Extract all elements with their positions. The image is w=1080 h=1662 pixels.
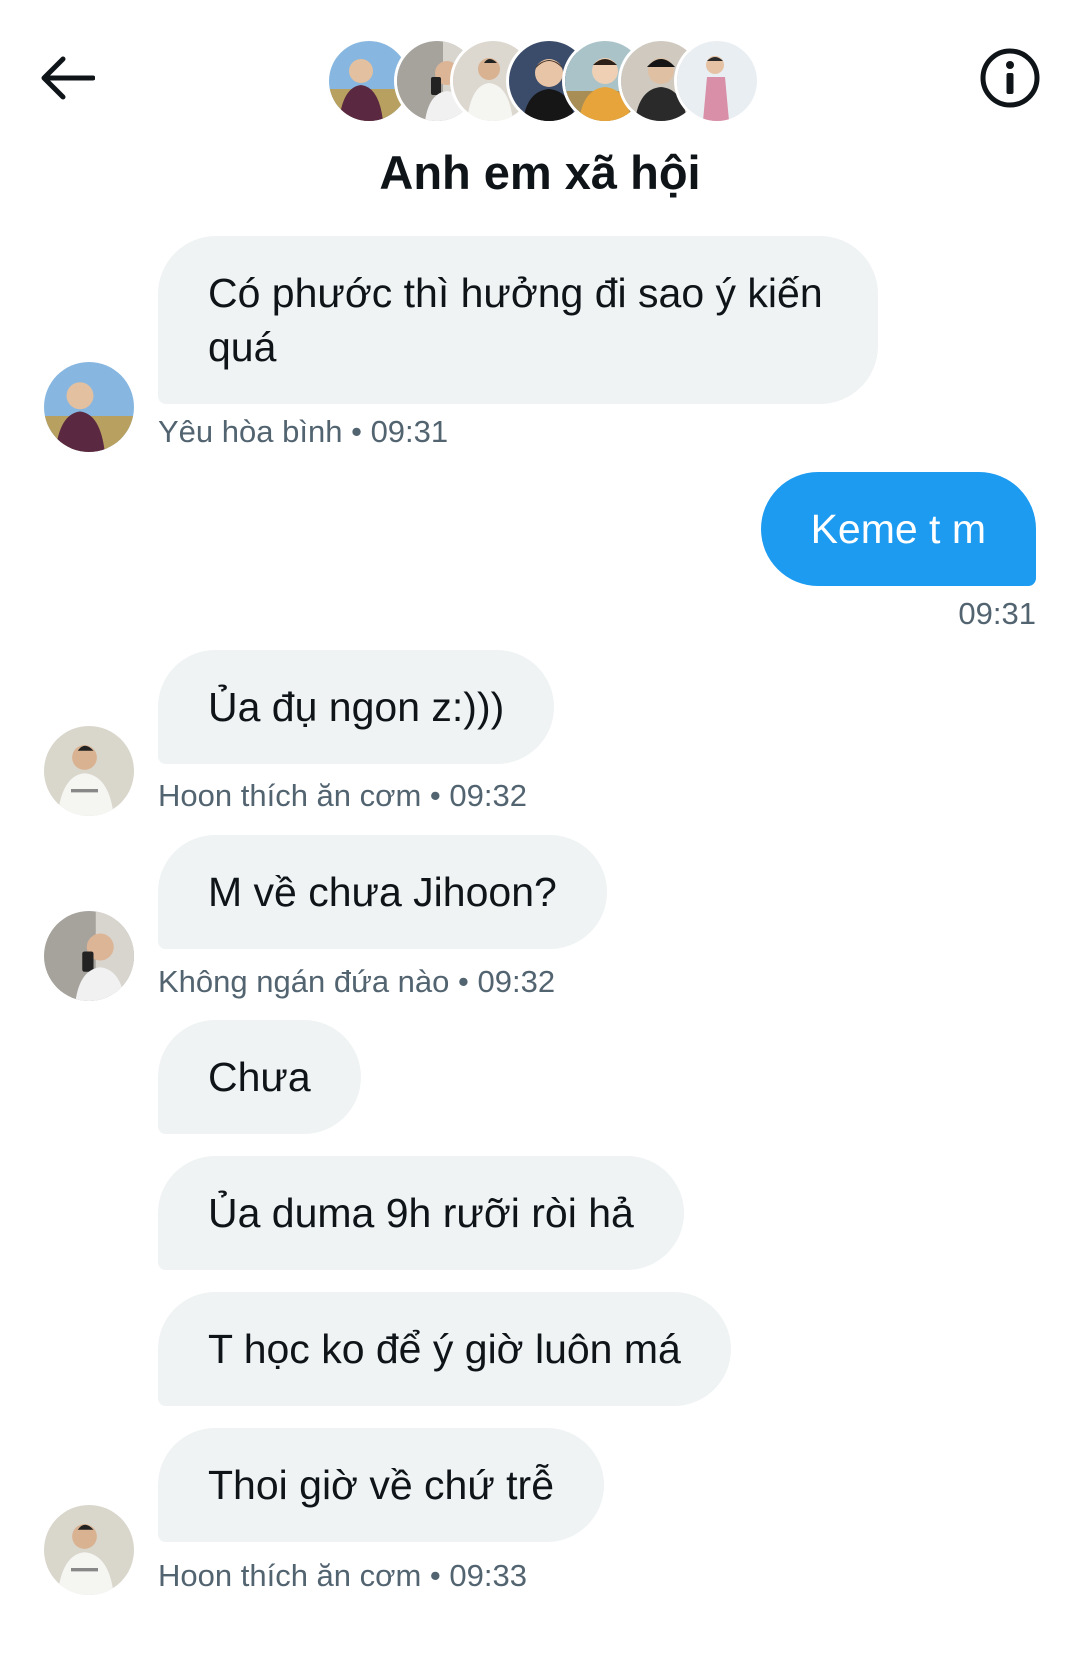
message-bubble-received[interactable]: Ủa đụ ngon z:))) [158,650,555,764]
meta-separator: • [429,1558,441,1593]
back-button[interactable] [32,48,102,108]
info-circle-icon [980,48,1040,108]
message-meta: Hoon thích ăn cơm • 09:32 [158,778,527,814]
message-bubble-received[interactable]: T học ko để ý giờ luôn má [158,1292,731,1406]
info-button[interactable] [978,46,1042,110]
message-bubble-received[interactable]: Ủa duma 9h rưỡi ròi hả [158,1156,684,1270]
sender-name[interactable]: Không ngán đứa nào [158,964,449,999]
message-time: 09:32 [477,964,556,999]
message-text: T học ko để ý giờ luôn má [208,1326,681,1372]
message-text: M về chưa Jihoon? [208,869,557,915]
meta-separator: • [429,778,441,813]
group-title: Anh em xã hội [379,146,701,199]
message-time: 09:33 [449,1558,527,1593]
sender-name[interactable]: Hoon thích ăn cơm [158,1558,421,1593]
message-text: Thoi giờ về chứ trễ [208,1462,555,1508]
message-text: Có phước thì hưởng đi sao ý kiến quá [208,270,823,370]
message-text: Ủa duma 9h rưỡi ròi hả [208,1190,634,1236]
message-bubble-received[interactable]: Thoi giờ về chứ trễ [158,1428,605,1542]
sender-name[interactable]: Yêu hòa bình [158,414,342,449]
meta-separator: • [351,414,362,449]
sender-avatar[interactable] [44,726,134,816]
message-meta: Yêu hòa bình • 09:31 [158,414,448,450]
message-text: Chưa [208,1054,311,1100]
sender-name[interactable]: Hoon thích ăn cơm [158,778,421,813]
sender-avatar[interactable] [44,911,134,1001]
message-time: 09:31 [958,596,1036,631]
sender-avatar[interactable] [44,362,134,452]
message-time: 09:32 [449,778,527,813]
avatar [674,38,760,124]
meta-separator: • [458,964,469,999]
message-text: Keme t m [810,506,986,552]
message-bubble-received[interactable]: Có phước thì hưởng đi sao ý kiến quá [158,236,878,404]
message-meta: Không ngán đứa nào • 09:32 [158,964,555,1000]
arrow-left-icon [41,56,95,100]
sender-avatar[interactable] [44,1505,134,1595]
message-meta: Hoon thích ăn cơm • 09:33 [158,1558,527,1594]
message-bubble-received[interactable]: Chưa [158,1020,361,1134]
message-text: Ủa đụ ngon z:))) [208,684,505,730]
message-bubble-sent[interactable]: Keme t m [760,472,1036,586]
conversation-header: Anh em xã hội [0,0,1080,220]
message-time: 09:31 [370,414,449,449]
message-bubble-received[interactable]: M về chưa Jihoon? [158,835,607,949]
